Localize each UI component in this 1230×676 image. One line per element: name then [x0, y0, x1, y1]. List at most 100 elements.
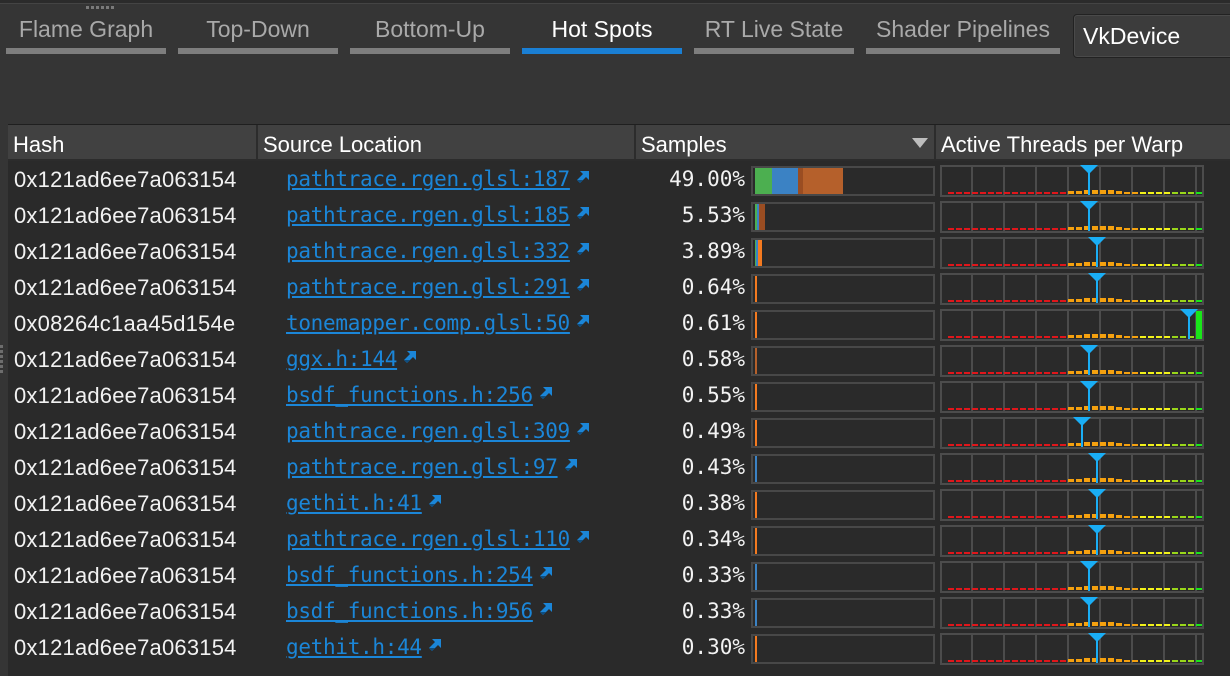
- table-row[interactable]: 0x121ad6ee7a063154 bsdf_functions.h:256 0.…: [8, 379, 1230, 415]
- table-row[interactable]: 0x121ad6ee7a063154 bsdf_functions.h:956 0.…: [8, 595, 1230, 631]
- tab-shader-pipelines[interactable]: Shader Pipelines: [866, 10, 1060, 56]
- active-threads-histogram[interactable]: [940, 597, 1204, 629]
- histogram-bin: [1156, 480, 1162, 482]
- tab-label: RT Live State: [704, 16, 844, 42]
- column-header-hash[interactable]: Hash: [8, 125, 258, 161]
- source-location-link[interactable]: pathtrace.rgen.glsl:332: [286, 239, 570, 263]
- active-threads-histogram[interactable]: [940, 489, 1204, 521]
- open-external-icon[interactable]: [403, 350, 417, 364]
- histogram-bin: [1108, 262, 1114, 266]
- tab-hot-spots[interactable]: Hot Spots: [522, 10, 682, 56]
- source-location-link[interactable]: pathtrace.rgen.glsl:185: [286, 203, 570, 227]
- histogram-bin: [1012, 588, 1018, 590]
- tab-top-down[interactable]: Top-Down: [178, 10, 338, 56]
- histogram-bin: [1108, 442, 1114, 446]
- table-row[interactable]: 0x121ad6ee7a063154 pathtrace.rgen.glsl:11…: [8, 523, 1230, 559]
- histogram-bin: [1084, 298, 1090, 302]
- histogram-bin: [1068, 371, 1074, 374]
- column-header-active-threads-per-warp[interactable]: Active Threads per Warp: [936, 125, 1230, 161]
- source-location-link[interactable]: pathtrace.rgen.glsl:110: [286, 527, 570, 551]
- histogram-bin: [988, 588, 994, 590]
- histogram-bin: [1020, 336, 1026, 338]
- tab-bottom-up[interactable]: Bottom-Up: [350, 10, 510, 56]
- source-location-link[interactable]: pathtrace.rgen.glsl:97: [286, 455, 558, 479]
- table-row[interactable]: 0x121ad6ee7a063154 pathtrace.rgen.glsl:33…: [8, 235, 1230, 271]
- table-row[interactable]: 0x121ad6ee7a063154 pathtrace.rgen.glsl:29…: [8, 271, 1230, 307]
- histogram-bin: [1076, 659, 1082, 662]
- source-location-link[interactable]: bsdf_functions.h:256: [286, 383, 533, 407]
- hash-cell: 0x121ad6ee7a063154: [14, 347, 237, 372]
- active-threads-histogram[interactable]: [940, 345, 1204, 377]
- histogram-bin: [1132, 444, 1138, 446]
- histogram-bin: [1036, 624, 1042, 626]
- samples-bar: [751, 166, 935, 196]
- histogram-bin: [1180, 480, 1186, 482]
- active-threads-histogram[interactable]: [940, 381, 1204, 413]
- histogram-bin: [972, 336, 978, 338]
- source-location-link[interactable]: pathtrace.rgen.glsl:309: [286, 419, 570, 443]
- active-threads-histogram[interactable]: [940, 633, 1204, 665]
- open-external-icon[interactable]: [428, 494, 442, 508]
- source-location-link[interactable]: pathtrace.rgen.glsl:291: [286, 275, 570, 299]
- active-threads-histogram[interactable]: [940, 273, 1204, 305]
- open-external-icon[interactable]: [576, 530, 590, 544]
- histogram-bin: [1124, 588, 1130, 590]
- table-row[interactable]: 0x121ad6ee7a063154 gethit.h:44 0.30%: [8, 631, 1230, 667]
- column-header-samples[interactable]: Samples: [636, 125, 936, 161]
- open-external-icon[interactable]: [539, 386, 553, 400]
- active-threads-histogram[interactable]: [940, 201, 1204, 233]
- tab-flame-graph[interactable]: Flame Graph: [6, 10, 166, 56]
- histogram-bin: [1140, 408, 1146, 410]
- table-row[interactable]: 0x121ad6ee7a063154 pathtrace.rgen.glsl:30…: [8, 415, 1230, 451]
- open-external-icon[interactable]: [564, 458, 578, 472]
- active-threads-histogram[interactable]: [940, 453, 1204, 485]
- column-header-source-location[interactable]: Source Location: [258, 125, 636, 161]
- histogram-bin: [1124, 516, 1130, 518]
- source-location-link[interactable]: gethit.h:44: [286, 635, 422, 659]
- active-threads-histogram[interactable]: [940, 525, 1204, 557]
- table-row[interactable]: 0x121ad6ee7a063154 pathtrace.rgen.glsl:97…: [8, 451, 1230, 487]
- open-external-icon[interactable]: [576, 170, 590, 184]
- table-row[interactable]: 0x121ad6ee7a063154 ggx.h:144 0.58%: [8, 343, 1230, 379]
- table-row[interactable]: 0x121ad6ee7a063154 pathtrace.rgen.glsl:18…: [8, 163, 1230, 199]
- active-threads-histogram[interactable]: [940, 165, 1204, 197]
- device-select[interactable]: VkDevice: [1073, 14, 1230, 58]
- open-external-icon[interactable]: [428, 638, 442, 652]
- histogram-bin: [1196, 588, 1202, 590]
- open-external-icon[interactable]: [576, 314, 590, 328]
- histogram-bin: [980, 192, 986, 194]
- active-threads-histogram[interactable]: [940, 561, 1204, 593]
- side-drag-handle[interactable]: [0, 345, 3, 373]
- open-external-icon[interactable]: [539, 602, 553, 616]
- source-location-link[interactable]: bsdf_functions.h:254: [286, 563, 533, 587]
- source-location-link[interactable]: ggx.h:144: [286, 347, 397, 371]
- open-external-icon[interactable]: [576, 206, 590, 220]
- open-external-icon[interactable]: [539, 566, 553, 580]
- source-location-link[interactable]: gethit.h:41: [286, 491, 422, 515]
- table-row[interactable]: 0x121ad6ee7a063154 gethit.h:41 0.38%: [8, 487, 1230, 523]
- histogram-bin: [1084, 514, 1090, 518]
- source-location-link[interactable]: bsdf_functions.h:956: [286, 599, 533, 623]
- tab-rt-live-state[interactable]: RT Live State: [694, 10, 854, 56]
- source-location-link[interactable]: tonemapper.comp.glsl:50: [286, 311, 570, 335]
- histogram-bin: [996, 516, 1002, 518]
- histogram-bin: [1180, 264, 1186, 266]
- table-row[interactable]: 0x08264c1aa45d154e tonemapper.comp.glsl:5…: [8, 307, 1230, 343]
- histogram-bin: [1068, 515, 1074, 518]
- histogram-bin: [1100, 658, 1106, 662]
- table-row[interactable]: 0x121ad6ee7a063154 bsdf_functions.h:254 0.…: [8, 559, 1230, 595]
- histogram-bin: [1052, 228, 1058, 230]
- hash-cell: 0x121ad6ee7a063154: [14, 599, 237, 624]
- open-external-icon[interactable]: [576, 422, 590, 436]
- table-row[interactable]: 0x121ad6ee7a063154 pathtrace.rgen.glsl:18…: [8, 199, 1230, 235]
- open-external-icon[interactable]: [576, 242, 590, 256]
- open-external-icon[interactable]: [576, 278, 590, 292]
- active-threads-histogram[interactable]: [940, 237, 1204, 269]
- histogram-bin: [964, 660, 970, 662]
- histogram-bin: [1076, 371, 1082, 374]
- active-threads-histogram[interactable]: [940, 309, 1204, 341]
- panel-drag-handle[interactable]: [86, 6, 114, 9]
- source-location-link[interactable]: pathtrace.rgen.glsl:187: [286, 167, 570, 191]
- histogram-bin: [996, 624, 1002, 626]
- active-threads-histogram[interactable]: [940, 417, 1204, 449]
